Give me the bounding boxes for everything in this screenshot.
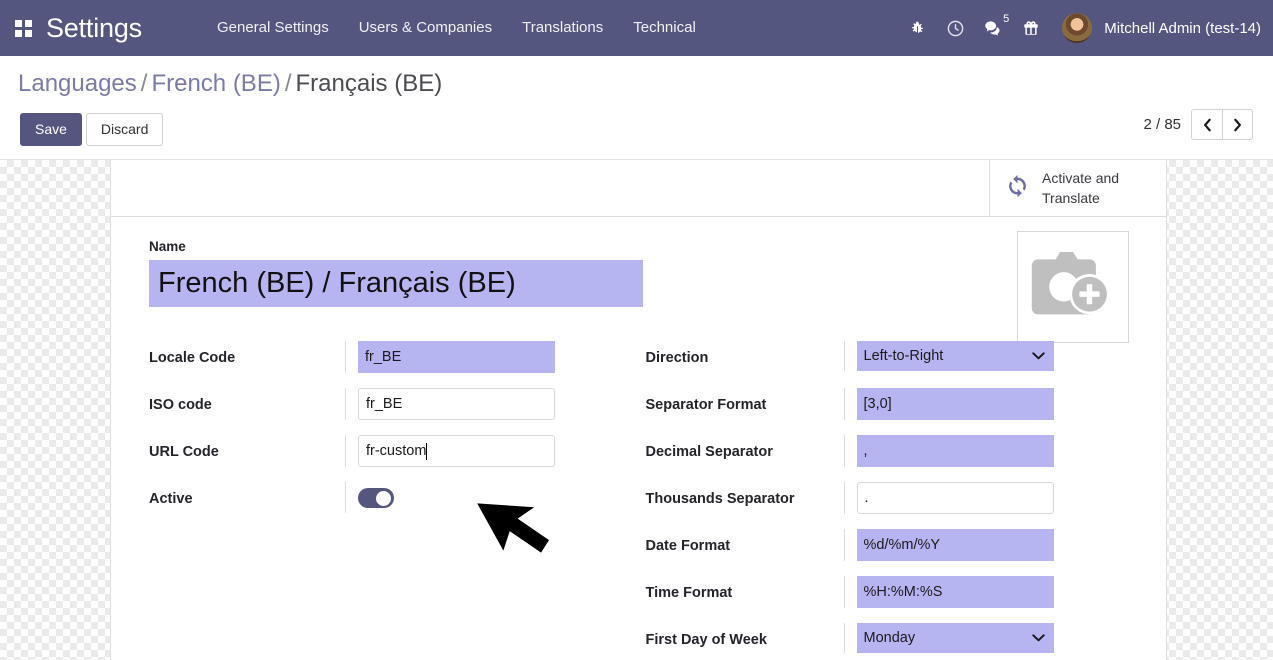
field-row-locale-code: Locale Code [149,341,639,379]
separator-format-input[interactable] [856,388,1054,420]
form-column-left: Locale Code ISO code URL Code [149,341,639,660]
refresh-sync-icon [1004,172,1031,204]
field-row-thousands-separator: Thousands Separator [646,482,1129,520]
time-format-label: Time Format [645,585,733,601]
menu-item-users-companies[interactable]: Users & Companies [344,0,507,56]
field-row-first-day-of-week: First Day of Week Monday [646,623,1129,660]
pager-next-button[interactable] [1222,109,1253,140]
menu-item-technical[interactable]: Technical [618,0,711,56]
url-code-input[interactable]: fr-custom [358,435,555,467]
locale-code-value [345,341,639,373]
activate-and-translate-button[interactable]: Activate and Translate [989,160,1166,216]
user-avatar[interactable] [1062,13,1093,43]
camera-add-icon [1029,246,1117,329]
thousands-separator-value [843,482,1129,514]
date-format-label: Date Format [645,538,731,554]
field-row-direction: Direction Left-to-Right [646,341,1129,379]
locale-code-input[interactable] [358,341,555,373]
field-row-time-format: Time Format [646,576,1129,614]
menu-item-translations[interactable]: Translations [507,0,618,56]
field-row-decimal-separator: Decimal Separator [646,435,1129,473]
field-row-url-code: URL Code fr-custom [149,435,639,473]
control-panel: Languages / French (BE) / Français (BE) Save… [0,56,1273,160]
name-input[interactable] [149,260,643,307]
breadcrumb-separator-1: / [140,70,148,97]
discard-button[interactable]: Discard [85,113,164,146]
record-action-buttons: Save Discard [20,113,164,146]
messages-count-badge: 5 [1003,13,1010,25]
breadcrumb-separator-2: / [284,70,292,97]
field-row-iso-code: ISO code [149,388,639,426]
thousands-separator-label: Thousands Separator [645,491,795,507]
first-day-of-week-select[interactable]: Monday [856,623,1054,653]
locale-code-label: Locale Code [149,350,236,366]
direction-select[interactable]: Left-to-Right [856,341,1054,371]
separator-format-value [843,388,1129,420]
navbar-right-tools: 5 Mitchell Admin (test-14) [900,0,1261,56]
url-code-label: URL Code [149,444,219,460]
pager-counter: 2 / 85 [1143,116,1181,133]
top-navbar: Settings General Settings Users & Compan… [0,0,1273,56]
form-columns: Locale Code ISO code URL Code [149,341,1128,660]
first-day-of-week-value: Monday [843,623,1129,653]
record-pager: 2 / 85 [1143,109,1253,140]
separator-format-label: Separator Format [645,397,767,413]
apps-grid-icon [14,19,32,37]
name-field-group: Name [149,239,1128,307]
pager-previous-button[interactable] [1191,109,1222,140]
name-field-label: Name [149,239,186,254]
save-button[interactable]: Save [20,113,82,146]
debug-bug-icon[interactable] [900,0,934,56]
form-sheet: Activate and Translate Name French (BE) … [110,160,1167,660]
active-value [345,482,639,513]
breadcrumb-item-french-be[interactable]: French (BE) [151,70,280,97]
date-format-value [843,529,1129,561]
iso-code-value [345,388,639,420]
first-day-of-week-label: First Day of Week [645,632,767,648]
activate-translate-line1: Activate and [1042,169,1120,186]
thousands-separator-input[interactable] [856,482,1054,514]
active-toggle[interactable] [358,488,394,508]
direction-label: Direction [645,350,709,366]
url-code-value: fr-custom [345,435,639,467]
direction-value: Left-to-Right [843,341,1129,371]
field-row-date-format: Date Format [646,529,1129,567]
iso-code-label: ISO code [149,397,212,413]
field-row-separator-format: Separator Format [646,388,1129,426]
date-format-input[interactable] [856,529,1054,561]
apps-menu-button[interactable] [0,0,46,56]
form-body: Name Locale Code ISO code [111,217,1166,660]
decimal-separator-input[interactable] [856,435,1054,467]
sheet-button-box: Activate and Translate [111,160,1166,217]
messaging-icon[interactable]: 5 [976,0,1010,56]
active-label: Active [149,491,193,507]
menu-item-general-settings[interactable]: General Settings [202,0,344,56]
navbar-menu: General Settings Users & Companies Trans… [202,0,711,56]
breadcrumb-item-languages[interactable]: Languages [18,70,137,97]
time-format-value [843,576,1129,608]
app-brand-title[interactable]: Settings [46,13,142,44]
activate-translate-line2: Translate [1042,190,1100,206]
breadcrumb: Languages / French (BE) / Français (BE) [18,56,1255,98]
decimal-separator-label: Decimal Separator [645,444,773,460]
main-content-area: Activate and Translate Name French (BE) … [0,160,1273,660]
text-caret [426,442,428,460]
breadcrumb-item-current: Français (BE) [295,70,443,97]
first-day-select-wrap: Monday [856,623,1054,653]
decimal-separator-value [843,435,1129,467]
user-menu-label[interactable]: Mitchell Admin (test-14) [1104,20,1261,37]
url-code-text: fr-custom [366,443,427,459]
form-column-right: Direction Left-to-Right Separator Format… [639,341,1129,660]
activity-clock-icon[interactable] [938,0,972,56]
activate-translate-label: Activate and Translate [1042,168,1119,209]
pager-buttons [1191,109,1253,140]
toggle-knob [376,490,391,506]
direction-select-wrap: Left-to-Right [856,341,1054,371]
iso-code-input[interactable] [358,388,555,420]
time-format-input[interactable] [856,576,1054,608]
field-row-active: Active [149,482,639,520]
gift-icon[interactable] [1014,0,1048,56]
image-upload-placeholder[interactable] [1017,231,1129,343]
